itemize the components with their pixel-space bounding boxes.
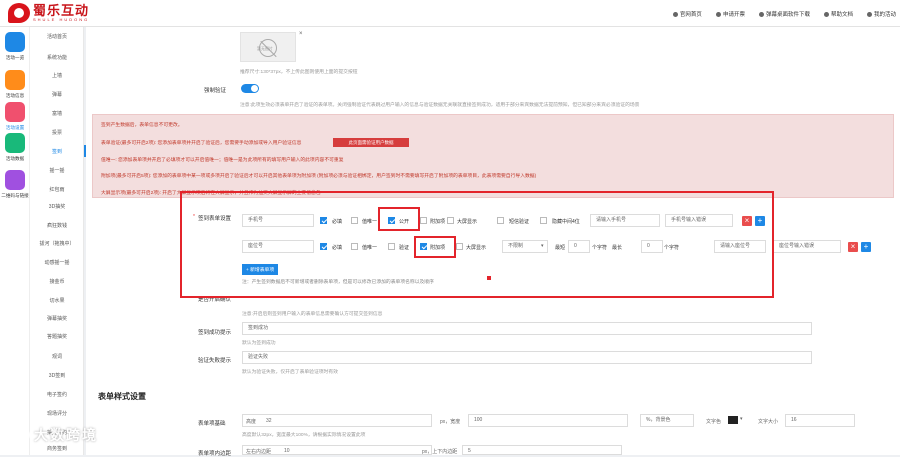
lr-padding-value: 10 bbox=[284, 448, 290, 454]
subnav-item[interactable]: 接金币 bbox=[30, 278, 84, 285]
chevron-down-icon[interactable]: ▾ bbox=[740, 416, 743, 422]
force-verify-toggle[interactable] bbox=[241, 84, 259, 93]
subnav-item[interactable]: 活动首页 bbox=[30, 33, 84, 40]
grid-icon[interactable] bbox=[5, 32, 25, 52]
subnav-item[interactable]: 摇一摇 bbox=[30, 167, 84, 174]
remove-image-icon[interactable]: × bbox=[299, 31, 303, 37]
brand-logo[interactable]: 蜀乐互动 SHULE HUDONG bbox=[8, 3, 89, 23]
subnav-item[interactable]: 观词 bbox=[30, 353, 84, 360]
top-link-invoice[interactable]: 申请开票 bbox=[715, 10, 745, 18]
basic-style-hint: 高度默认32px，宽度最大100%，请根据实际情况设置此项 bbox=[242, 433, 366, 438]
subnav-item[interactable]: 上墙 bbox=[30, 72, 84, 79]
upload-hint: 推荐尺寸:130*37px，不上传此图则使用上面的提交按钮 bbox=[240, 70, 358, 75]
verify-fail-input[interactable]: 验证失败 bbox=[242, 351, 812, 364]
form-rules-alert: 签到产生数据后，表单信息不可更改。 表单验证(最多可开启2项): 您添加表单项并… bbox=[92, 114, 894, 198]
subnav-item[interactable]: 疯狂数钱 bbox=[30, 222, 84, 229]
alert-line: 值唯一: 您添加表单项并开启了必填项才可以开启值唯一；值唯一是为此项所有的填写用… bbox=[101, 158, 344, 163]
highlight-box-extra bbox=[414, 236, 456, 258]
font-size-label: 文字大小 bbox=[758, 419, 779, 425]
text-color-label: 文字色 bbox=[706, 419, 722, 425]
nav-activity-settings[interactable]: 活动设置 bbox=[0, 125, 30, 131]
subnav-item[interactable]: 电子签约 bbox=[30, 391, 84, 398]
brand-name: 蜀乐互动 bbox=[33, 3, 90, 19]
tb-padding-input[interactable]: 5 bbox=[462, 445, 622, 455]
width-input[interactable]: 100 bbox=[468, 414, 628, 427]
subnav-item[interactable]: 拔河（拖拽中） bbox=[30, 240, 84, 247]
subnav-item-active[interactable]: 签到 bbox=[30, 148, 84, 155]
force-verify-hint: 注意:此项生效必须表单开启了验证的表单项。关闭强制验证代表跳过用户输入的信息与验… bbox=[240, 103, 640, 108]
delete-row-button[interactable]: × bbox=[848, 242, 858, 252]
subnav-item[interactable]: 弹幕抽奖 bbox=[30, 315, 84, 322]
top-bar: 蜀乐互动 SHULE HUDONG 官网首页 申请开票 弹幕桌面软件下载 帮助文… bbox=[0, 0, 900, 27]
verify-fail-label: 验证失败提示 bbox=[198, 358, 232, 364]
watermark-text: 大数跨境 bbox=[34, 427, 98, 443]
highlight-box-public bbox=[378, 207, 420, 231]
nav-activity-info[interactable]: 活动信息 bbox=[0, 93, 30, 99]
watermark-logo-icon bbox=[8, 426, 30, 444]
alert-line: 签到产生数据后，表单信息不可更改。 bbox=[101, 123, 183, 128]
width-prefix: px，宽度 bbox=[440, 419, 461, 425]
chart-icon[interactable] bbox=[5, 133, 25, 153]
sign-confirm-hint: 注意:开启后则签到用户输入的表单信息需要确认方可提交签到信息 bbox=[242, 312, 383, 317]
font-size-input[interactable]: 16 bbox=[785, 414, 855, 427]
subnav-group: 系统功能 bbox=[46, 55, 67, 61]
tb-padding-prefix: px，上下内边距 bbox=[422, 449, 458, 455]
download-icon bbox=[758, 11, 764, 17]
top-link-home[interactable]: 官网首页 bbox=[672, 10, 702, 18]
alert-line: 表单验证(最多可开启2项): 您添加表单项并开启了验证后，您需要手动添加或导入用… bbox=[101, 141, 302, 146]
alert-line: 附加项(最多可开启5项): 您添加的表单项中某一项或多项开启了验证后才可以开启其… bbox=[101, 174, 537, 179]
error-message-input[interactable]: 座位号输入错误 bbox=[773, 240, 841, 253]
subnav-item[interactable]: 商务签到 bbox=[30, 445, 84, 452]
sign-success-label: 签到成功提示 bbox=[198, 330, 232, 336]
subnav-item[interactable]: 弹幕 bbox=[30, 91, 84, 98]
top-link-download[interactable]: 弹幕桌面软件下载 bbox=[758, 10, 810, 18]
text-color-swatch[interactable] bbox=[728, 416, 738, 424]
verify-fail-hint: 默认为验证失败，仅开启了表单验证项时有效 bbox=[242, 370, 338, 375]
style-section-title: 表单样式设置 bbox=[98, 392, 146, 401]
home-icon bbox=[672, 11, 678, 17]
height-prefix: 高度 bbox=[246, 419, 257, 425]
gear-icon[interactable] bbox=[5, 102, 25, 122]
subnav-item[interactable]: 切水果 bbox=[30, 297, 84, 304]
left-nav: 活动一览 活动信息 活动设置 活动数据 二维码与链接 bbox=[0, 27, 30, 455]
image-upload-preview[interactable]: 暂无图片 bbox=[240, 32, 296, 62]
logo-mark-icon bbox=[8, 3, 30, 23]
subnav-item[interactable]: 红包雨 bbox=[30, 186, 84, 193]
force-verify-label: 强制验证 bbox=[204, 88, 227, 94]
sign-success-hint: 默认为签到成功 bbox=[242, 341, 276, 346]
invoice-icon bbox=[715, 11, 721, 17]
watermark: 大数跨境 bbox=[8, 425, 98, 445]
nav-activity-data[interactable]: 活动数据 bbox=[0, 156, 30, 162]
height-value: 32 bbox=[266, 418, 272, 424]
bg-color-input[interactable]: %，背景色 bbox=[640, 414, 694, 427]
sign-success-input[interactable]: 签到成功 bbox=[242, 322, 812, 335]
highlight-box-form-items bbox=[180, 191, 774, 298]
subnav-item[interactable]: 3D抽奖 bbox=[30, 203, 84, 210]
subnav-item[interactable]: 3D签到 bbox=[30, 372, 84, 379]
subnav-item[interactable]: 答题抽奖 bbox=[30, 333, 84, 340]
user-icon bbox=[866, 11, 872, 17]
top-links: 官网首页 申请开票 弹幕桌面软件下载 帮助文档 我的活动 bbox=[672, 10, 896, 18]
brand-name-en: SHULE HUDONG bbox=[33, 16, 90, 22]
lr-padding-prefix: 左右内边距 bbox=[246, 449, 272, 455]
sub-nav: 活动首页 系统功能 上墙 弹幕 富墙 投票 签到 摇一摇 红包雨 3D抽奖 疯狂… bbox=[30, 27, 84, 455]
subnav-item[interactable]: 动感摇一摇 bbox=[30, 259, 84, 266]
subnav-item[interactable]: 投票 bbox=[30, 129, 84, 136]
qrcode-icon[interactable] bbox=[5, 170, 25, 190]
padding-label: 表单项内边距 bbox=[198, 451, 232, 457]
help-icon bbox=[823, 11, 829, 17]
top-link-my-activity[interactable]: 我的活动 bbox=[866, 10, 896, 18]
doc-icon[interactable] bbox=[5, 70, 25, 90]
top-link-help[interactable]: 帮助文档 bbox=[823, 10, 853, 18]
subnav-item[interactable]: 现场评分 bbox=[30, 410, 84, 417]
subnav-item[interactable]: 富墙 bbox=[30, 110, 84, 117]
basic-style-label: 表单项基础 bbox=[198, 421, 226, 427]
verify-user-data-button[interactable]: 此页面需验证用户数据 bbox=[333, 138, 409, 147]
nav-activity-list[interactable]: 活动一览 bbox=[0, 55, 30, 61]
nav-qrcode-link[interactable]: 二维码与链接 bbox=[0, 193, 30, 199]
move-row-button[interactable]: + bbox=[861, 242, 871, 252]
no-image-text: 暂无图片 bbox=[257, 46, 273, 51]
